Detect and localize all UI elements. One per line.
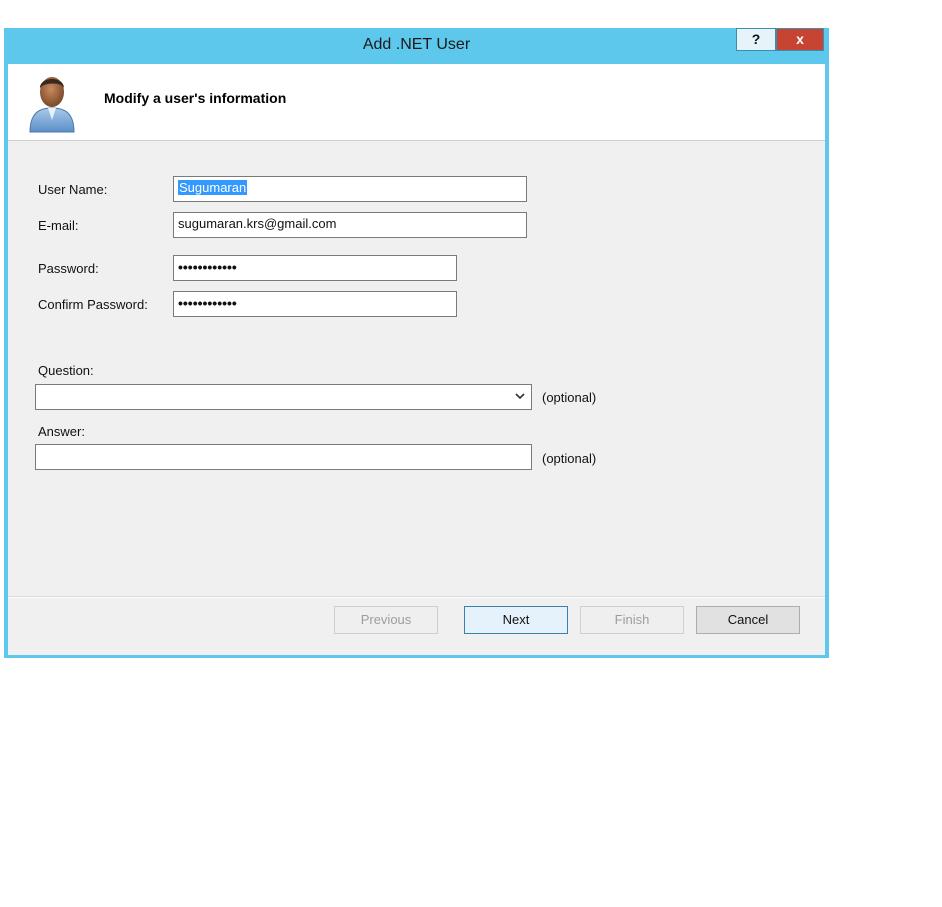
email-field[interactable]: sugumaran.krs@gmail.com (173, 212, 527, 238)
next-button[interactable]: Next (464, 606, 568, 634)
chevron-down-icon[interactable] (515, 392, 525, 400)
confirm-password-label: Confirm Password: (38, 297, 148, 312)
answer-field[interactable] (35, 444, 532, 470)
question-optional-hint: (optional) (542, 390, 597, 405)
previous-button[interactable]: Previous (334, 606, 438, 634)
answer-optional-hint: (optional) (542, 451, 597, 466)
answer-label: Answer: (38, 424, 85, 439)
email-label: E-mail: (38, 218, 79, 233)
question-label: Question: (38, 363, 94, 378)
window-title: Add .NET User (362, 36, 471, 53)
close-button[interactable]: x (776, 28, 824, 51)
user-avatar-icon (29, 77, 75, 133)
footer-divider-highlight (8, 597, 825, 598)
help-button[interactable]: ? (736, 28, 776, 51)
cancel-button[interactable]: Cancel (696, 606, 800, 634)
title-bar[interactable]: Add .NET User (4, 28, 829, 63)
question-combobox[interactable] (35, 384, 532, 410)
username-field[interactable]: Sugumaran (173, 176, 527, 202)
finish-button[interactable]: Finish (580, 606, 684, 634)
dialog-content: Modify a user's information User Name: S… (8, 64, 825, 655)
add-net-user-dialog: Add .NET User ? x Modify a user's inform… (4, 28, 829, 658)
username-value: Sugumaran (178, 180, 248, 195)
wizard-header: Modify a user's information (8, 64, 825, 141)
password-label: Password: (38, 261, 99, 276)
header-title: Modify a user's information (104, 90, 287, 106)
password-field[interactable]: •••••••••••• (173, 255, 457, 281)
confirm-password-field[interactable]: •••••••••••• (173, 291, 457, 317)
username-label: User Name: (38, 182, 108, 197)
